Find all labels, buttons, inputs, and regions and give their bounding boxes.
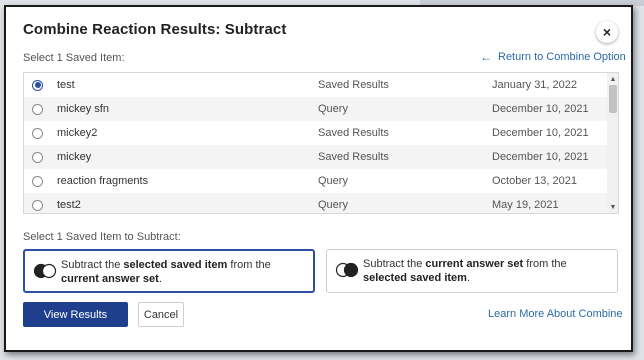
dialog-title: Combine Reaction Results: Subtract xyxy=(23,21,287,38)
close-icon: × xyxy=(602,24,612,40)
learn-more-link[interactable]: Learn More About Combine xyxy=(488,308,623,320)
scroll-down-icon[interactable]: ▼ xyxy=(607,201,618,213)
subtract-current-from-saved-option[interactable]: Subtract the current answer set from the… xyxy=(326,249,618,293)
item-name: mickey sfn xyxy=(57,103,109,115)
item-name: reaction fragments xyxy=(57,175,149,187)
item-date: December 10, 2021 xyxy=(492,127,589,139)
subtract-saved-from-current-option[interactable]: Subtract the selected saved item from th… xyxy=(23,249,315,293)
item-date: December 10, 2021 xyxy=(492,151,589,163)
scroll-thumb[interactable] xyxy=(609,85,617,113)
close-button[interactable]: × xyxy=(596,21,618,43)
radio-button[interactable] xyxy=(32,79,43,91)
radio-button[interactable] xyxy=(32,175,43,187)
list-item[interactable]: mickey Saved Results December 10, 2021 xyxy=(24,145,608,169)
item-type: Saved Results xyxy=(318,127,389,139)
cancel-button[interactable]: Cancel xyxy=(138,302,184,327)
scroll-up-icon[interactable]: ▲ xyxy=(607,73,618,85)
saved-items-list: test Saved Results January 31, 2022 mick… xyxy=(23,72,619,214)
radio-button[interactable] xyxy=(32,127,43,139)
item-name: mickey xyxy=(57,151,92,163)
list-item[interactable]: test2 Query May 19, 2021 xyxy=(24,193,608,213)
radio-button[interactable] xyxy=(32,151,43,163)
item-name: test xyxy=(57,79,75,91)
item-type: Query xyxy=(318,175,348,187)
radio-button[interactable] xyxy=(32,199,43,211)
saved-items-label: Select 1 Saved Item: xyxy=(23,52,125,64)
venn-subtract-icon xyxy=(33,263,57,279)
option-description: Subtract the current answer set from the… xyxy=(363,258,567,284)
list-item[interactable]: mickey2 Saved Results December 10, 2021 xyxy=(24,121,608,145)
item-name: mickey2 xyxy=(57,127,98,139)
view-results-button[interactable]: View Results xyxy=(23,302,128,327)
list-item[interactable]: mickey sfn Query December 10, 2021 xyxy=(24,97,608,121)
list-scrollbar[interactable]: ▲ ▼ xyxy=(607,73,618,213)
return-link-label: Return to Combine Option xyxy=(498,51,626,63)
return-to-combine-link[interactable]: ← Return to Combine Option xyxy=(480,51,626,63)
item-type: Query xyxy=(318,199,348,211)
item-type: Saved Results xyxy=(318,151,389,163)
option-description: Subtract the selected saved item from th… xyxy=(61,259,271,285)
item-type: Saved Results xyxy=(318,79,389,91)
list-item[interactable]: test Saved Results January 31, 2022 xyxy=(24,73,608,97)
combine-dialog: Combine Reaction Results: Subtract × Sel… xyxy=(4,5,633,352)
list-item[interactable]: reaction fragments Query October 13, 202… xyxy=(24,169,608,193)
item-name: test2 xyxy=(57,199,81,211)
item-date: December 10, 2021 xyxy=(492,103,589,115)
venn-subtract-reverse-icon xyxy=(335,262,359,278)
item-date: May 19, 2021 xyxy=(492,199,559,211)
subtract-label: Select 1 Saved Item to Subtract: xyxy=(23,231,181,243)
item-date: October 13, 2021 xyxy=(492,175,578,187)
arrow-left-icon: ← xyxy=(480,50,492,64)
radio-button[interactable] xyxy=(32,103,43,115)
item-date: January 31, 2022 xyxy=(492,79,578,91)
item-type: Query xyxy=(318,103,348,115)
